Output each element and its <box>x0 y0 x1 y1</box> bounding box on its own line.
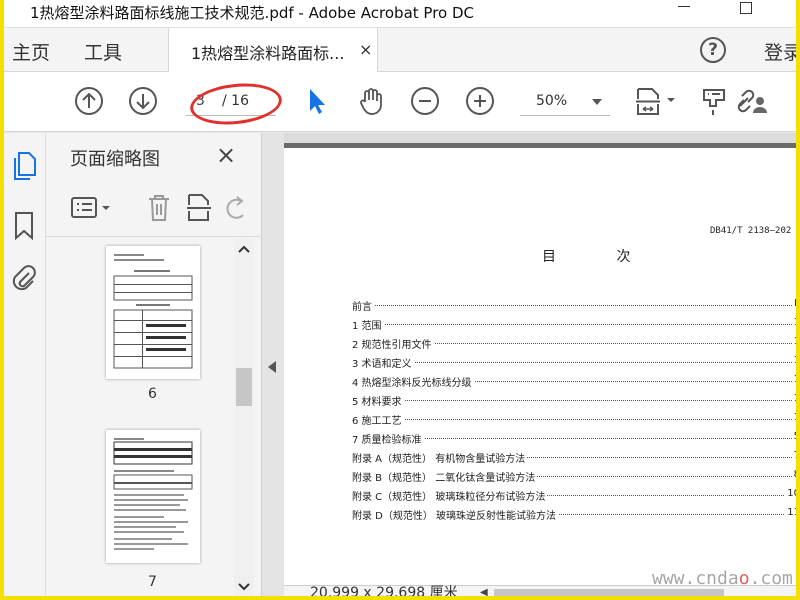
panel-title: 页面缩略图 <box>70 149 160 170</box>
toc-entry[interactable]: 附录 B（规范性） 二氧化钛含量试验方法 8 <box>352 469 800 488</box>
horizontal-scrollbar[interactable] <box>494 589 724 597</box>
thumbnails-list: 6 7 <box>46 238 236 600</box>
thumbnails-scrollbar[interactable] <box>234 238 254 600</box>
attachment-icon[interactable] <box>11 263 37 295</box>
title-bar: 1热熔型涂料路面标线施工技术规范.pdf - Adobe Acrobat Pro… <box>0 0 800 28</box>
chevron-down-icon <box>592 99 602 105</box>
scroll-up-icon[interactable] <box>238 244 250 254</box>
thumbnail-label-7: 7 <box>148 574 157 590</box>
signin-button[interactable]: 登录 <box>764 38 800 65</box>
main-toolbar: 3 / 16 50% <box>0 72 800 132</box>
document-id: DB41/T 2138—202 <box>710 226 792 236</box>
page-thumbnails-icon[interactable] <box>12 151 38 181</box>
thumbnails-panel: 页面缩略图 × 6 7 <box>46 133 262 600</box>
options-menu-icon[interactable] <box>70 195 114 221</box>
page-fit-icon[interactable] <box>634 86 678 116</box>
total-pages-label: / 16 <box>222 93 249 109</box>
maximize-button[interactable] <box>740 2 752 14</box>
next-page-icon[interactable] <box>128 86 158 116</box>
collapse-panel-handle[interactable] <box>262 133 284 600</box>
minimize-button[interactable] <box>678 0 692 10</box>
thumbnail-label-6: 6 <box>148 386 157 402</box>
tab-bar: 主页 工具 1热熔型涂料路面标... × ? 登录 <box>0 28 800 72</box>
current-page-input[interactable]: 3 <box>196 93 205 109</box>
table-of-contents: 前言 II 1 范围 1 2 规范性引用文件 1 3 术语和定义 1 4 热熔型涂料反光… <box>352 298 800 526</box>
comment-tool-icon[interactable] <box>700 86 730 116</box>
scrollbar-thumb[interactable] <box>236 368 252 406</box>
toc-entry[interactable]: 5 材料要求 1 <box>352 393 800 412</box>
menu-home[interactable]: 主页 <box>12 38 50 65</box>
toc-entry[interactable]: 6 施工工艺 1 <box>352 412 800 431</box>
page-thumbnail-6[interactable] <box>106 246 200 379</box>
pdf-page: DB41/T 2138—202 目 次 前言 II 1 范围 1 2 规范性引用文件… <box>284 143 800 585</box>
share-link-icon[interactable] <box>734 86 768 116</box>
toc-entry[interactable]: 4 热熔型涂料反光标线分级 1 <box>352 374 800 393</box>
scroll-down-icon[interactable] <box>238 582 250 592</box>
thumbnail-content-6 <box>113 254 193 369</box>
zoom-out-icon[interactable] <box>410 86 440 116</box>
document-view[interactable]: DB41/T 2138—202 目 次 前言 II 1 范围 1 2 规范性引用文件… <box>284 133 800 600</box>
toc-entry[interactable]: 1 范围 1 <box>352 317 800 336</box>
close-tab-button[interactable]: × <box>359 40 372 59</box>
bookmark-icon[interactable] <box>13 211 35 241</box>
toc-entry[interactable]: 前言 II <box>352 298 800 317</box>
page-size-label: 20.999 x 29.698 厘米 <box>310 585 458 600</box>
thumbnail-content-7 <box>113 438 193 550</box>
document-tab[interactable]: 1热熔型涂料路面标... × <box>168 28 378 72</box>
zoom-value: 50% <box>536 93 568 109</box>
select-cursor-icon[interactable] <box>302 86 332 116</box>
page-number-field[interactable]: 3 / 16 <box>186 88 276 116</box>
thumbnails-toolbar <box>46 183 262 237</box>
toc-entry[interactable]: 附录 A（规范性） 有机物含量试验方法 7 <box>352 450 800 469</box>
page-thumbnail-7[interactable] <box>106 430 200 563</box>
previous-page-icon[interactable] <box>74 86 104 116</box>
menu-tools[interactable]: 工具 <box>84 38 122 65</box>
rotate-icon[interactable] <box>226 195 248 221</box>
hand-tool-icon[interactable] <box>356 86 386 116</box>
site-watermark: www.cndao.com <box>652 568 793 589</box>
left-icon-rail <box>4 133 46 600</box>
zoom-in-icon[interactable] <box>465 86 495 116</box>
zoom-select[interactable]: 50% <box>520 88 610 116</box>
help-icon[interactable]: ? <box>700 37 726 63</box>
delete-icon[interactable] <box>146 193 172 223</box>
window-title: 1热熔型涂料路面标线施工技术规范.pdf - Adobe Acrobat Pro… <box>30 4 475 22</box>
document-tab-label: 1热熔型涂料路面标... <box>191 44 345 63</box>
toc-entry[interactable]: 附录 D（规范性） 玻璃珠逆反射性能试验方法 11 <box>352 507 800 526</box>
toc-entry[interactable]: 7 质量检验标准 5 <box>352 431 800 450</box>
collapse-arrow-icon <box>268 361 276 373</box>
scroll-left-icon[interactable]: ◀ <box>480 587 488 598</box>
close-panel-button[interactable]: × <box>216 141 236 169</box>
toc-title: 目 次 <box>542 249 659 265</box>
page-size-icon[interactable] <box>186 193 214 223</box>
toc-entry[interactable]: 2 规范性引用文件 1 <box>352 336 800 355</box>
toc-entry[interactable]: 附录 C（规范性） 玻璃珠粒径分布试验方法 10 <box>352 488 800 507</box>
toc-entry[interactable]: 3 术语和定义 1 <box>352 355 800 374</box>
